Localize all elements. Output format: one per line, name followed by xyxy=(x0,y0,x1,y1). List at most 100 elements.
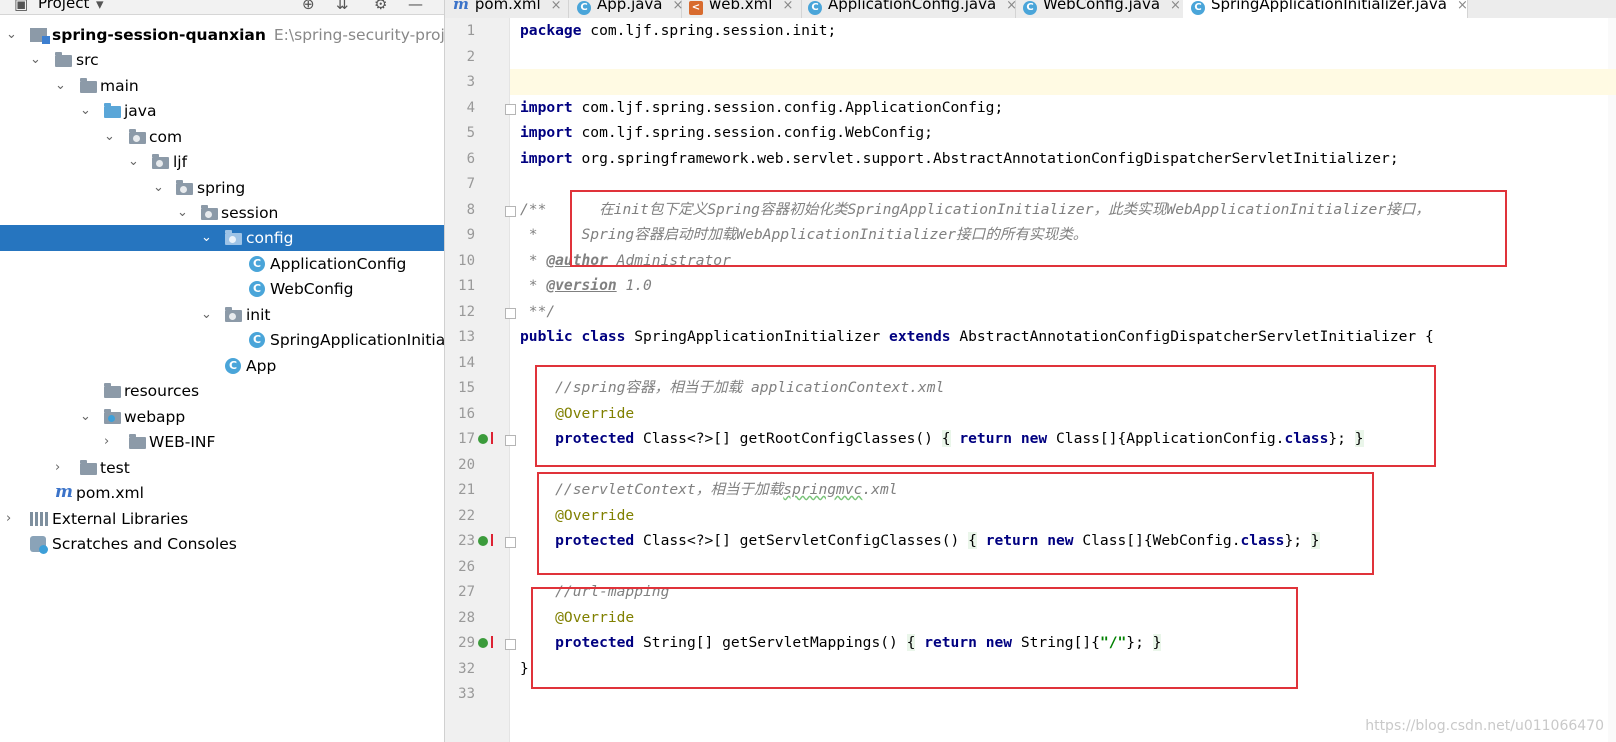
line-number: 8 xyxy=(466,202,475,218)
fold-icon[interactable] xyxy=(505,435,516,446)
chevron-down-icon[interactable]: ⌄ xyxy=(177,200,188,226)
tree-item-label: resources xyxy=(124,382,200,400)
line-number: 3 xyxy=(466,74,475,90)
close-icon[interactable]: × xyxy=(1170,0,1181,13)
tree-item-scratches[interactable]: Scratches and Consoles xyxy=(0,531,444,557)
override-method-icon[interactable] xyxy=(478,534,493,546)
maven-icon: m xyxy=(453,0,469,13)
tree-item-springapplicationinitializer[interactable]: C SpringApplicationInitia xyxy=(0,327,444,353)
chevron-down-icon[interactable]: ⌄ xyxy=(153,175,164,201)
tab-webconfig-java[interactable]: C WebConfig.java × xyxy=(1015,0,1190,18)
line-number: 6 xyxy=(466,151,475,167)
class-icon: C xyxy=(577,1,591,15)
line-number: 10 xyxy=(458,253,475,269)
folder-icon xyxy=(80,460,97,475)
class-icon: C xyxy=(808,1,822,15)
class-icon: C xyxy=(249,332,265,348)
override-method-icon[interactable] xyxy=(478,636,493,648)
tree-item-session[interactable]: ⌄ session xyxy=(0,200,444,226)
chevron-down-icon[interactable]: ⌄ xyxy=(80,98,91,124)
tree-item-init[interactable]: ⌄ init xyxy=(0,302,444,328)
chevron-down-icon[interactable]: ⌄ xyxy=(128,149,139,175)
close-icon[interactable]: × xyxy=(782,0,793,13)
tab-web-xml[interactable]: < web.xml × xyxy=(681,0,802,18)
tree-item-webconfig[interactable]: C WebConfig xyxy=(0,276,444,302)
tab-label: pom.xml xyxy=(474,0,541,13)
tree-item-main[interactable]: ⌄ main xyxy=(0,73,444,99)
line-number: 29 xyxy=(458,635,475,651)
close-icon[interactable]: × xyxy=(551,0,562,13)
chevron-down-icon[interactable]: ⌄ xyxy=(6,22,17,48)
chevron-down-icon[interactable]: ⌄ xyxy=(201,225,212,251)
tree-item-label: init xyxy=(246,306,271,324)
line-number: 16 xyxy=(458,406,475,422)
class-icon: C xyxy=(1023,1,1037,15)
override-method-icon[interactable] xyxy=(478,432,493,444)
hide-icon[interactable]: — xyxy=(408,0,423,13)
code-line-5: import com.ljf.spring.session.config.Web… xyxy=(520,124,933,141)
tree-item-label: spring xyxy=(197,179,246,197)
editor-tab-bar: m pom.xml × C App.java × < web.xml × C Applicat… xyxy=(445,0,1616,21)
chevron-down-icon[interactable]: ▾ xyxy=(96,0,104,13)
tree-item-spring[interactable]: ⌄ spring xyxy=(0,175,444,201)
tab-label: SpringApplicationInitializer.java xyxy=(1211,0,1447,13)
chevron-right-icon[interactable]: › xyxy=(6,506,11,532)
tree-item-label: main xyxy=(100,77,139,95)
chevron-down-icon[interactable]: ⌄ xyxy=(201,302,212,328)
line-number: 33 xyxy=(458,686,475,702)
tree-item-label: Scratches and Consoles xyxy=(52,535,237,553)
code-line-32: } xyxy=(520,660,529,677)
editor-scrollbar[interactable] xyxy=(1608,18,1616,742)
tree-item-config[interactable]: ⌄ config xyxy=(0,225,444,251)
tree-item-com[interactable]: ⌄ com xyxy=(0,124,444,150)
tree-item-pom[interactable]: m pom.xml xyxy=(0,480,444,506)
chevron-down-icon[interactable]: ⌄ xyxy=(55,73,66,99)
tab-applicationconfig-java[interactable]: C ApplicationConfig.java × xyxy=(800,0,1017,18)
tab-app-java[interactable]: C App.java × xyxy=(569,0,683,18)
fold-icon[interactable] xyxy=(505,639,516,650)
line-number: 26 xyxy=(458,559,475,575)
tab-label: App.java xyxy=(597,0,663,13)
tree-item-app[interactable]: C App xyxy=(0,353,444,379)
chevron-down-icon[interactable]: ⌄ xyxy=(30,47,41,73)
tree-item-label: test xyxy=(100,459,130,477)
tree-item-module[interactable]: ⌄ spring-session-quanxian E:\spring-secur… xyxy=(0,22,444,48)
tree-item-label: com xyxy=(149,128,183,146)
line-number: 7 xyxy=(466,176,475,192)
tree-item-web-inf[interactable]: › WEB-INF xyxy=(0,429,444,455)
tree-item-java[interactable]: ⌄ java xyxy=(0,98,444,124)
tree-item-resources[interactable]: resources xyxy=(0,378,444,404)
tree-item-test[interactable]: › test xyxy=(0,455,444,481)
fold-icon[interactable] xyxy=(505,206,516,217)
close-icon[interactable]: × xyxy=(1457,0,1468,13)
locate-icon[interactable]: ⊕ xyxy=(302,0,315,13)
tree-item-label: ApplicationConfig xyxy=(270,255,407,273)
chevron-down-icon[interactable]: ⌄ xyxy=(104,124,115,150)
line-number: 1 xyxy=(466,23,475,39)
tree-item-ljf[interactable]: ⌄ ljf xyxy=(0,149,444,175)
tree-item-label: WebConfig xyxy=(270,280,354,298)
tree-item-applicationconfig[interactable]: C ApplicationConfig xyxy=(0,251,444,277)
module-path: E:\spring-security-project\s xyxy=(273,26,445,44)
chevron-right-icon[interactable]: › xyxy=(104,429,109,455)
fold-icon[interactable] xyxy=(505,308,516,319)
collapse-all-icon[interactable]: ⇊ xyxy=(336,0,349,13)
code-line-12: **/ xyxy=(520,303,556,320)
tab-label: ApplicationConfig.java xyxy=(828,0,997,13)
annotation-box-root-config xyxy=(535,365,1436,467)
fold-icon[interactable] xyxy=(505,537,516,548)
tree-item-webapp[interactable]: ⌄ webapp xyxy=(0,404,444,430)
tree-item-external-libraries[interactable]: › External Libraries xyxy=(0,506,444,532)
tree-item-src[interactable]: ⌄ src xyxy=(0,47,444,73)
gear-icon[interactable]: ⚙ xyxy=(374,0,387,13)
line-number: 4 xyxy=(466,100,475,116)
project-view-icon[interactable]: ▣ xyxy=(14,0,28,13)
source-folder-icon xyxy=(104,103,121,118)
chevron-right-icon[interactable]: › xyxy=(55,455,60,481)
chevron-down-icon[interactable]: ⌄ xyxy=(80,404,91,430)
project-panel-title[interactable]: Project xyxy=(38,0,89,12)
line-number: 22 xyxy=(458,508,475,524)
fold-icon[interactable] xyxy=(505,104,516,115)
web-folder-icon xyxy=(104,409,121,424)
tab-pom-xml[interactable]: m pom.xml × xyxy=(445,0,569,18)
